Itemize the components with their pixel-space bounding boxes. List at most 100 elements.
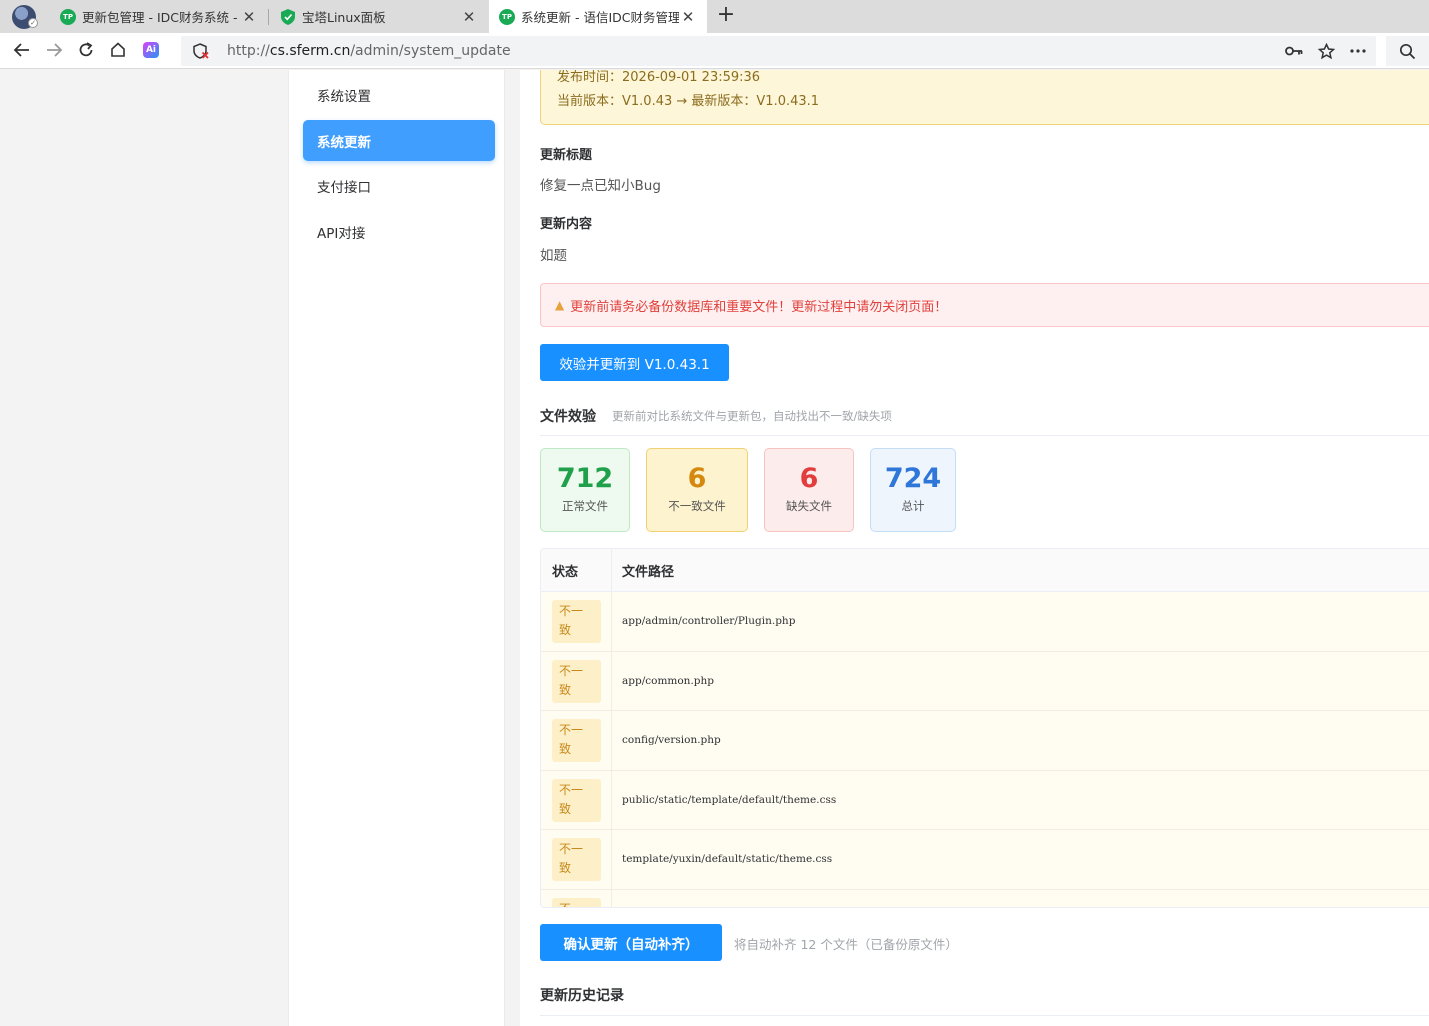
update-title-label: 更新标题 xyxy=(540,148,593,163)
column-header-status: 状态 xyxy=(552,565,579,580)
publish-time-text: 发布时间：2026-09-01 23:59:36 xyxy=(557,70,761,85)
stat-normal-files: 712 正常文件 xyxy=(540,448,630,532)
new-tab-plus-icon[interactable]: + xyxy=(714,3,738,29)
status-badge: 不一致 xyxy=(552,659,601,703)
forward-arrow-icon[interactable] xyxy=(42,38,66,62)
stat-missing-files: 6 缺失文件 xyxy=(764,448,854,532)
url-host: cs.sferm.cn xyxy=(269,43,351,59)
sidebar-item-payment-interface[interactable]: 支付接口 xyxy=(303,165,495,206)
confirm-update-button[interactable]: 确认更新（自动补齐） xyxy=(540,924,722,961)
update-content-value: 如题 xyxy=(540,248,567,264)
file-path: app/admin/controller/Plugin.php xyxy=(622,615,796,628)
more-menu-icon[interactable] xyxy=(1348,41,1368,61)
backup-warning-alert: ▲ 更新前请务必备份数据库和重要文件！更新过程中请勿关闭页面！ xyxy=(540,283,1429,327)
browser-tab-system-update[interactable]: TP 系统更新 - 语信IDC财务管理 ✕ xyxy=(489,0,707,33)
sidebar-item-system-update[interactable]: 系统更新 xyxy=(303,120,495,161)
tab-title: 宝塔Linux面板 xyxy=(302,10,386,25)
auto-fill-note: 将自动补齐 12 个文件（已备份原文件） xyxy=(734,937,958,952)
section-divider xyxy=(540,1015,1429,1016)
browser-tab-bt-panel[interactable]: 宝塔Linux面板 ✕ xyxy=(270,0,488,33)
sidebar-item-label: 支付接口 xyxy=(317,179,371,196)
stat-label: 不一致文件 xyxy=(668,499,726,513)
not-secure-shield-icon[interactable] xyxy=(193,43,209,59)
version-compare-text: 当前版本：V1.0.43 → 最新版本：V1.0.43.1 xyxy=(557,94,820,109)
reload-icon[interactable] xyxy=(74,38,98,62)
status-badge: 不一致 xyxy=(552,838,601,881)
stat-value: 6 xyxy=(687,463,707,494)
table-row: 不一致 app/common.php xyxy=(541,651,1429,711)
browser-tab-update-package[interactable]: TP 更新包管理 - IDC财务系统 - ✕ xyxy=(50,0,268,33)
tp-favicon-icon: TP xyxy=(60,8,76,25)
update-history-title: 更新历史记录 xyxy=(540,988,624,1004)
column-separator xyxy=(611,830,612,889)
stat-value: 712 xyxy=(556,463,614,494)
shield-icon xyxy=(280,8,296,25)
file-diff-table[interactable]: 状态 文件路径 不一致 app/admin/controller/Plugin.… xyxy=(540,548,1429,908)
table-row: 不一致 app/admin/controller/Plugin.php xyxy=(541,592,1429,652)
column-separator xyxy=(611,711,612,770)
file-path: app/common.php xyxy=(622,674,714,687)
stat-value: 6 xyxy=(799,463,819,494)
file-path: public/static/template/default/theme.css xyxy=(622,793,837,806)
sidebar-item-system-settings[interactable]: 系统设置 xyxy=(303,74,495,115)
file-path: template/yuxin/default/static/theme.css xyxy=(622,853,833,866)
update-content-label: 更新内容 xyxy=(540,217,593,232)
sidebar-item-label: 系统更新 xyxy=(317,134,371,151)
stat-label: 正常文件 xyxy=(562,499,608,513)
column-separator xyxy=(611,770,612,829)
column-separator xyxy=(611,651,612,710)
password-key-icon[interactable] xyxy=(1284,41,1304,61)
table-header: 状态 文件路径 xyxy=(541,549,1429,592)
browser-tab-bar: ✓ TP 更新包管理 - IDC财务系统 - ✕ 宝塔Linux面板 ✕ TP … xyxy=(0,0,1429,33)
address-bar[interactable]: http://cs.sferm.cn/admin/system_update xyxy=(181,36,1376,66)
section-divider xyxy=(540,435,1429,436)
close-icon[interactable]: ✕ xyxy=(240,8,258,26)
url-path: /admin/system_update xyxy=(350,43,511,59)
url-scheme: http:// xyxy=(227,43,270,59)
search-icon xyxy=(1399,43,1416,59)
warning-text: 更新前请务必备份数据库和重要文件！更新过程中请勿关闭页面！ xyxy=(570,299,948,315)
file-path: config/version.php xyxy=(622,734,721,747)
warning-triangle-icon: ▲ xyxy=(555,298,565,312)
sidebar-item-api-integration[interactable]: API对接 xyxy=(303,211,495,252)
column-header-path: 文件路径 xyxy=(622,565,675,580)
url-text[interactable]: http://cs.sferm.cn/admin/system_update xyxy=(227,43,511,59)
browser-search-button[interactable] xyxy=(1386,36,1429,66)
close-icon[interactable]: ✕ xyxy=(460,8,478,26)
table-row: 不一致 public/static/template/default/theme… xyxy=(541,770,1429,830)
new-version-notice: 发布时间：2026-09-01 23:59:36 当前版本：V1.0.43 → … xyxy=(540,70,1429,125)
table-row: 不一致 xyxy=(541,889,1429,907)
stat-label: 缺失文件 xyxy=(786,499,832,513)
page-viewport: 系统设置 系统更新 支付接口 API对接 发布时间：2026-09-01 23:… xyxy=(0,70,1429,1026)
column-separator xyxy=(611,592,612,651)
status-badge: 不一致 xyxy=(552,600,601,643)
update-title-value: 修复一点已知小Bug xyxy=(540,178,661,194)
stat-value: 724 xyxy=(884,463,942,494)
column-separator xyxy=(611,549,612,592)
table-row: 不一致 template/yuxin/default/static/theme.… xyxy=(541,830,1429,890)
tab-separator xyxy=(268,9,269,25)
verify-and-update-button[interactable]: 效验并更新到 V1.0.43.1 xyxy=(540,344,729,381)
stat-total-files: 724 总计 xyxy=(870,448,956,532)
profile-badge-icon: ✓ xyxy=(28,18,38,28)
system-update-panel: 发布时间：2026-09-01 23:59:36 当前版本：V1.0.43 → … xyxy=(520,70,1429,1026)
browser-toolbar: Ai http://cs.sferm.cn/admin/system_updat… xyxy=(0,33,1429,69)
bookmark-star-icon[interactable] xyxy=(1316,41,1336,61)
settings-sidebar: 系统设置 系统更新 支付接口 API对接 xyxy=(288,70,505,1026)
status-badge: 不一致 xyxy=(552,719,601,762)
tab-title: 系统更新 - 语信IDC财务管理 xyxy=(521,10,679,25)
stat-label: 总计 xyxy=(901,499,925,513)
column-separator xyxy=(611,889,612,907)
file-check-title: 文件效验 xyxy=(540,409,596,425)
tab-title: 更新包管理 - IDC财务系统 - xyxy=(82,10,238,25)
close-icon[interactable]: ✕ xyxy=(679,8,697,26)
status-badge: 不一致 xyxy=(552,778,601,822)
tp-favicon-icon: TP xyxy=(499,8,515,25)
ai-assistant-icon[interactable]: Ai xyxy=(143,42,159,58)
home-icon[interactable] xyxy=(106,38,130,62)
table-row: 不一致 config/version.php xyxy=(541,711,1429,771)
file-check-subtitle: 更新前对比系统文件与更新包，自动找出不一致/缺失项 xyxy=(612,409,892,423)
back-arrow-icon[interactable] xyxy=(10,38,34,62)
sidebar-item-label: API对接 xyxy=(317,225,366,242)
status-badge: 不一致 xyxy=(552,897,601,907)
